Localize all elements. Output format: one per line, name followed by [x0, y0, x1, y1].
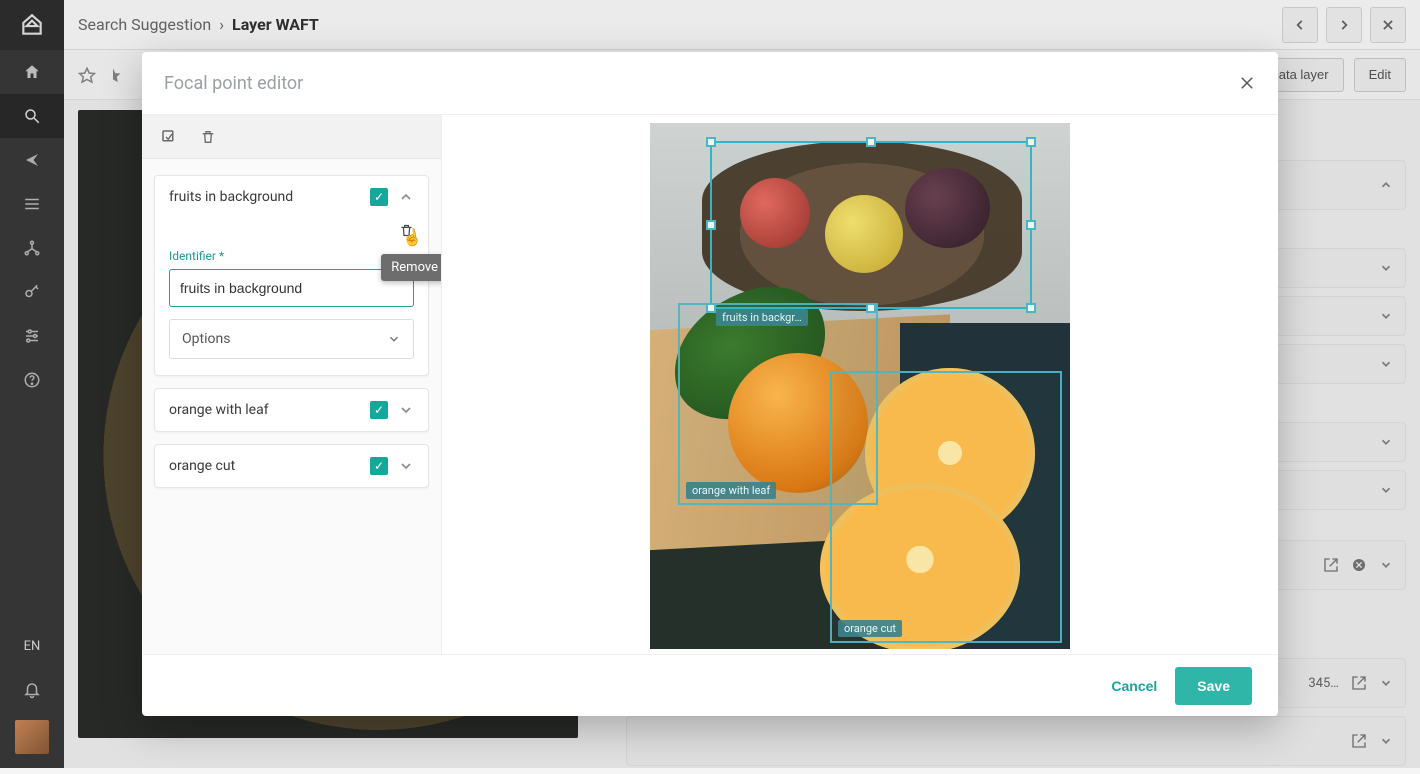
resize-handle[interactable] — [866, 137, 876, 147]
resize-handle[interactable] — [706, 220, 716, 230]
focal-point-editor-modal: Focal point editor fruits in background … — [142, 52, 1278, 716]
modal-footer: Cancel Save — [142, 654, 1278, 716]
identifier-label: Identifier * — [169, 249, 414, 263]
modal-close-button[interactable] — [1238, 74, 1256, 92]
focal-point-card: orange with leaf ✓ — [154, 388, 429, 432]
resize-handle[interactable] — [706, 137, 716, 147]
cancel-button[interactable]: Cancel — [1111, 678, 1157, 694]
resize-handle[interactable] — [1026, 137, 1036, 147]
focal-box-label: orange with leaf — [686, 482, 776, 499]
image-canvas[interactable]: fruits in backgr… orange with leaf orang… — [650, 123, 1070, 649]
focal-point-card: fruits in background ✓ ☝ Remove Identifi… — [154, 175, 429, 376]
focal-point-name: fruits in background — [169, 189, 360, 205]
collapse-icon[interactable] — [398, 189, 414, 205]
options-dropdown[interactable]: Options — [169, 319, 414, 359]
focal-box-orange-cut[interactable]: orange cut — [830, 371, 1062, 643]
image-preview-area: fruits in backgr… orange with leaf orang… — [442, 115, 1278, 654]
focal-point-name: orange cut — [169, 458, 360, 474]
focal-point-checkbox[interactable]: ✓ — [370, 457, 388, 475]
identifier-input[interactable] — [169, 269, 414, 307]
save-button[interactable]: Save — [1175, 667, 1252, 705]
expand-icon[interactable] — [398, 458, 414, 474]
focal-point-name: orange with leaf — [169, 402, 360, 418]
modal-header: Focal point editor — [142, 52, 1278, 114]
focal-box-fruits-background[interactable]: fruits in backgr… — [710, 141, 1032, 309]
chevron-down-icon — [387, 332, 401, 346]
focal-point-sidebar: fruits in background ✓ ☝ Remove Identifi… — [142, 115, 442, 654]
expand-icon[interactable] — [398, 402, 414, 418]
resize-handle[interactable] — [1026, 220, 1036, 230]
add-focal-point-icon[interactable] — [160, 128, 178, 146]
cursor-pointer-icon: ☝ — [401, 226, 424, 248]
options-label: Options — [182, 331, 230, 347]
resize-handle[interactable] — [1026, 303, 1036, 313]
focal-point-card: orange cut ✓ — [154, 444, 429, 488]
modal-title: Focal point editor — [164, 73, 303, 94]
focal-point-checkbox[interactable]: ✓ — [370, 401, 388, 419]
focal-point-checkbox[interactable]: ✓ — [370, 188, 388, 206]
delete-all-icon[interactable] — [200, 128, 216, 146]
focal-box-label: orange cut — [838, 620, 902, 637]
remove-tooltip: Remove — [381, 254, 442, 281]
close-icon — [1238, 74, 1256, 92]
sidebar-toolbar — [142, 115, 441, 159]
